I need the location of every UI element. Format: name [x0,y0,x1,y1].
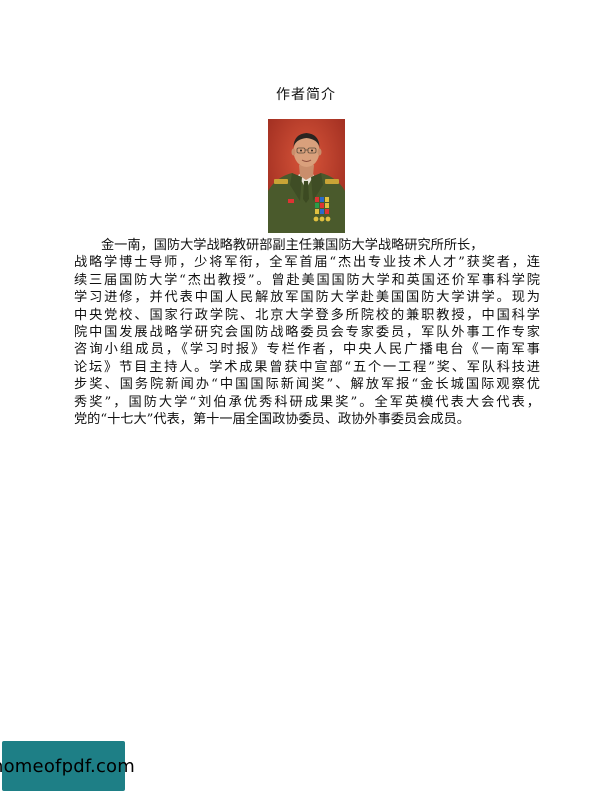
watermark-text: homeofpdf.com [0,755,136,777]
bio-line: 步奖、国务院新闻办“中国国际新闻奖”、解放军报“金长城国际观察优 [74,377,540,393]
watermark-badge[interactable]: homeofpdf.com [0,741,135,791]
page-title: 作者简介 [276,87,336,103]
bio-line: 金一南，国防大学战略教研部副主任兼国防大学战略研究所所长， [101,238,484,253]
bio-line: 续三届国防大学“杰出教授”。曾赴美国国防大学和英国还价军事科学院 [74,272,540,288]
portrait-image [268,119,345,233]
bio-line: 战略学博士导师，少将军衔，全军首届“杰出专业技术人才”获奖者，连 [74,255,540,271]
bio-line: 论坛》节目主持人。学术成果曾获中宣部“五个一工程”奖、军队科技进 [74,359,540,375]
bio-line: 院中国发展战略学研究会国防战略委员会专家委员，军队外事工作专家 [74,324,540,340]
bio-line: 中央党校、国家行政学院、北京大学登多所院校的兼职教授，中国科学 [74,307,540,323]
bio-line: 秀奖”，国防大学“刘伯承优秀科研成果奖”。全军英模代表大会代表， [74,394,540,410]
bio-line: 学习进修，并代表中国人民解放军国防大学赴美国国防大学讲学。现为 [74,290,540,306]
bio-line: 咨询小组成员，《学习时报》专栏作者，中央人民广播电台《一南军事 [74,342,540,358]
author-biography: 金一南，国防大学战略教研部副主任兼国防大学战略研究所所长， 战略学博士导师，少将… [74,237,540,428]
author-portrait [268,119,345,233]
bio-line: 党的“十七大”代表，第十一届全国政协委员、政协外事委员会成员。 [74,411,470,427]
